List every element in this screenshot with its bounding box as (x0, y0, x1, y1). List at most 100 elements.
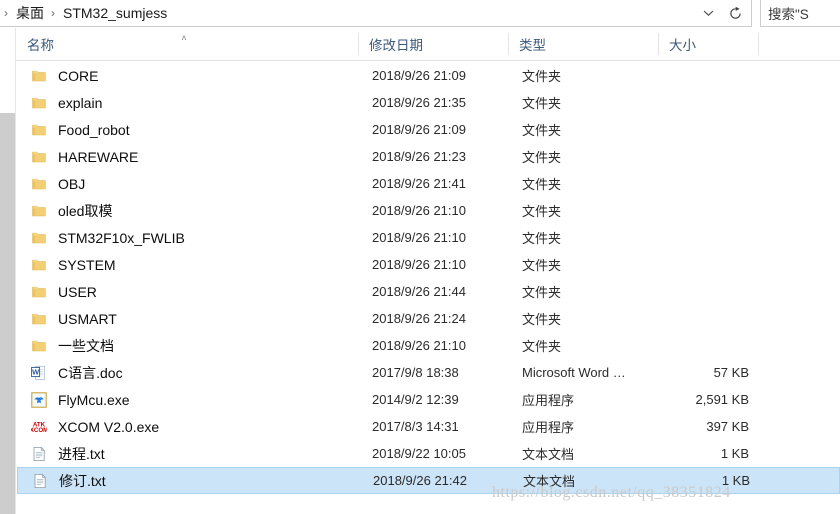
file-date-cell: 2018/9/26 21:09 (372, 122, 466, 137)
word-doc-icon: W (31, 365, 47, 381)
file-name-cell[interactable]: 修订.txt (18, 468, 359, 493)
file-row[interactable]: 进程.txt 2018/9/22 10:05 文本文档 1 KB (17, 440, 840, 467)
refresh-icon[interactable] (721, 0, 749, 26)
file-date-cell: 2018/9/26 21:35 (372, 95, 466, 110)
file-date-cell: 2018/9/26 21:10 (372, 230, 466, 245)
address-bar: › 桌面 › STM32_sumjess 搜索"S (0, 0, 840, 28)
file-name-label: STM32F10x_FWLIB (58, 229, 185, 246)
file-name-cell[interactable]: W C语言.doc (17, 359, 358, 386)
column-header-name[interactable]: 名称 (17, 28, 358, 59)
file-date-cell: 2014/9/2 12:39 (372, 392, 459, 407)
file-name-cell[interactable]: USER (17, 278, 358, 305)
file-name-cell[interactable]: explain (17, 89, 358, 116)
svg-text:XCOM: XCOM (31, 427, 47, 434)
text-file-icon (32, 473, 48, 489)
folder-icon (31, 230, 47, 246)
chevron-down-icon[interactable] (696, 0, 720, 26)
file-size-cell (658, 332, 758, 359)
column-header: 名称 ˄ 修改日期 类型 大小 (0, 28, 840, 61)
file-name-cell[interactable]: ATK XCOM XCOM V2.0.exe (17, 413, 358, 440)
file-date-cell: 2018/9/26 21:42 (373, 473, 467, 488)
file-row[interactable]: 修订.txt 2018/9/26 21:42 文本文档 1 KB (17, 467, 840, 494)
file-name-cell[interactable]: USMART (17, 305, 358, 332)
file-type-cell: 文件夹 (522, 150, 562, 165)
file-name-label: oled取模 (58, 202, 113, 219)
file-name-cell[interactable]: CORE (17, 62, 358, 89)
breadcrumb-separator-1: › (51, 6, 55, 20)
file-row[interactable]: USER 2018/9/26 21:44 文件夹 (17, 278, 840, 305)
file-row[interactable]: STM32F10x_FWLIB 2018/9/26 21:10 文件夹 (17, 224, 840, 251)
file-size-cell (658, 143, 758, 170)
file-name-cell[interactable]: HAREWARE (17, 143, 358, 170)
file-name-cell[interactable]: Food_robot (17, 116, 358, 143)
file-date-cell: 2018/9/22 10:05 (372, 446, 466, 461)
column-header-size[interactable]: 大小 (659, 28, 759, 59)
file-date-cell: 2018/9/26 21:24 (372, 311, 466, 326)
file-row[interactable]: oled取模 2018/9/26 21:10 文件夹 (17, 197, 840, 224)
scrollbar-track[interactable] (0, 113, 15, 514)
file-type-cell: 文件夹 (522, 96, 562, 111)
file-row[interactable]: USMART 2018/9/26 21:24 文件夹 (17, 305, 840, 332)
file-row[interactable]: Food_robot 2018/9/26 21:09 文件夹 (17, 116, 840, 143)
breadcrumb-item-current[interactable]: STM32_sumjess (60, 3, 170, 23)
file-date-cell: 2018/9/26 21:10 (372, 257, 466, 272)
file-type-cell: 文件夹 (522, 177, 562, 192)
vertical-scrollbar[interactable] (0, 28, 16, 514)
file-date-cell: 2018/9/26 21:10 (372, 338, 466, 353)
file-size-cell (658, 224, 758, 251)
xcom-exe-icon: ATK XCOM (30, 419, 48, 435)
file-name-label: OBJ (58, 175, 86, 192)
file-type-cell: 文件夹 (522, 69, 562, 84)
file-type-cell: 文件夹 (522, 231, 562, 246)
file-name-label: Food_robot (58, 121, 130, 138)
column-header-date-modified[interactable]: 修改日期 (359, 28, 509, 59)
file-row[interactable]: W C语言.doc 2017/9/8 18:38 Microsoft Word … 57… (17, 359, 840, 386)
file-row[interactable]: SYSTEM 2018/9/26 21:10 文件夹 (17, 251, 840, 278)
file-type-cell: 文件夹 (522, 258, 562, 273)
file-name-cell[interactable]: OBJ (17, 170, 358, 197)
file-size-cell (658, 62, 758, 89)
file-row[interactable]: ATK XCOM XCOM V2.0.exe 2017/8/3 14:31 应用程序 39… (17, 413, 840, 440)
file-name-label: 一些文档 (58, 337, 114, 354)
file-name-cell[interactable]: STM32F10x_FWLIB (17, 224, 358, 251)
file-name-cell[interactable]: 进程.txt (17, 440, 358, 467)
file-size-cell: 2,591 KB (695, 392, 750, 407)
breadcrumb-separator-0: › (4, 6, 8, 20)
breadcrumb-item-desktop[interactable]: 桌面 (13, 1, 47, 25)
file-name-cell[interactable]: 一些文档 (17, 332, 358, 359)
file-row[interactable]: OBJ 2018/9/26 21:41 文件夹 (17, 170, 840, 197)
file-name-cell[interactable]: oled取模 (17, 197, 358, 224)
file-name-cell[interactable]: FlyMcu.exe (17, 386, 358, 413)
file-size-cell (658, 89, 758, 116)
file-name-label: C语言.doc (58, 364, 123, 381)
file-date-cell: 2018/9/26 21:10 (372, 203, 466, 218)
address-input[interactable]: › 桌面 › STM32_sumjess (0, 0, 752, 27)
file-name-cell[interactable]: SYSTEM (17, 251, 358, 278)
file-size-cell (658, 116, 758, 143)
search-input[interactable]: 搜索"S (760, 0, 840, 27)
column-header-type[interactable]: 类型 (509, 28, 659, 59)
folder-icon (31, 203, 47, 219)
file-name-label: USMART (58, 310, 117, 327)
file-row[interactable]: CORE 2018/9/26 21:09 文件夹 (17, 62, 840, 89)
folder-icon (31, 149, 47, 165)
file-row[interactable]: FlyMcu.exe 2014/9/2 12:39 应用程序 2,591 KB (17, 386, 840, 413)
file-size-cell (658, 278, 758, 305)
column-divider-4[interactable] (758, 33, 759, 55)
file-type-cell: 文件夹 (522, 285, 562, 300)
file-type-cell: 文件夹 (522, 339, 562, 354)
search-placeholder: 搜索"S (768, 7, 809, 22)
file-list: CORE 2018/9/26 21:09 文件夹 explain 2018/9/26 2… (17, 62, 840, 514)
file-type-cell: 文件夹 (522, 204, 562, 219)
file-date-cell: 2018/9/26 21:41 (372, 176, 466, 191)
folder-icon (31, 95, 47, 111)
scrollbar-thumb[interactable] (0, 28, 15, 113)
file-name-label: CORE (58, 67, 99, 84)
file-type-cell: 应用程序 (522, 420, 575, 435)
file-row[interactable]: 一些文档 2018/9/26 21:10 文件夹 (17, 332, 840, 359)
folder-icon (31, 311, 47, 327)
text-file-icon (31, 446, 47, 462)
file-date-cell: 2018/9/26 21:23 (372, 149, 466, 164)
file-row[interactable]: explain 2018/9/26 21:35 文件夹 (17, 89, 840, 116)
file-row[interactable]: HAREWARE 2018/9/26 21:23 文件夹 (17, 143, 840, 170)
